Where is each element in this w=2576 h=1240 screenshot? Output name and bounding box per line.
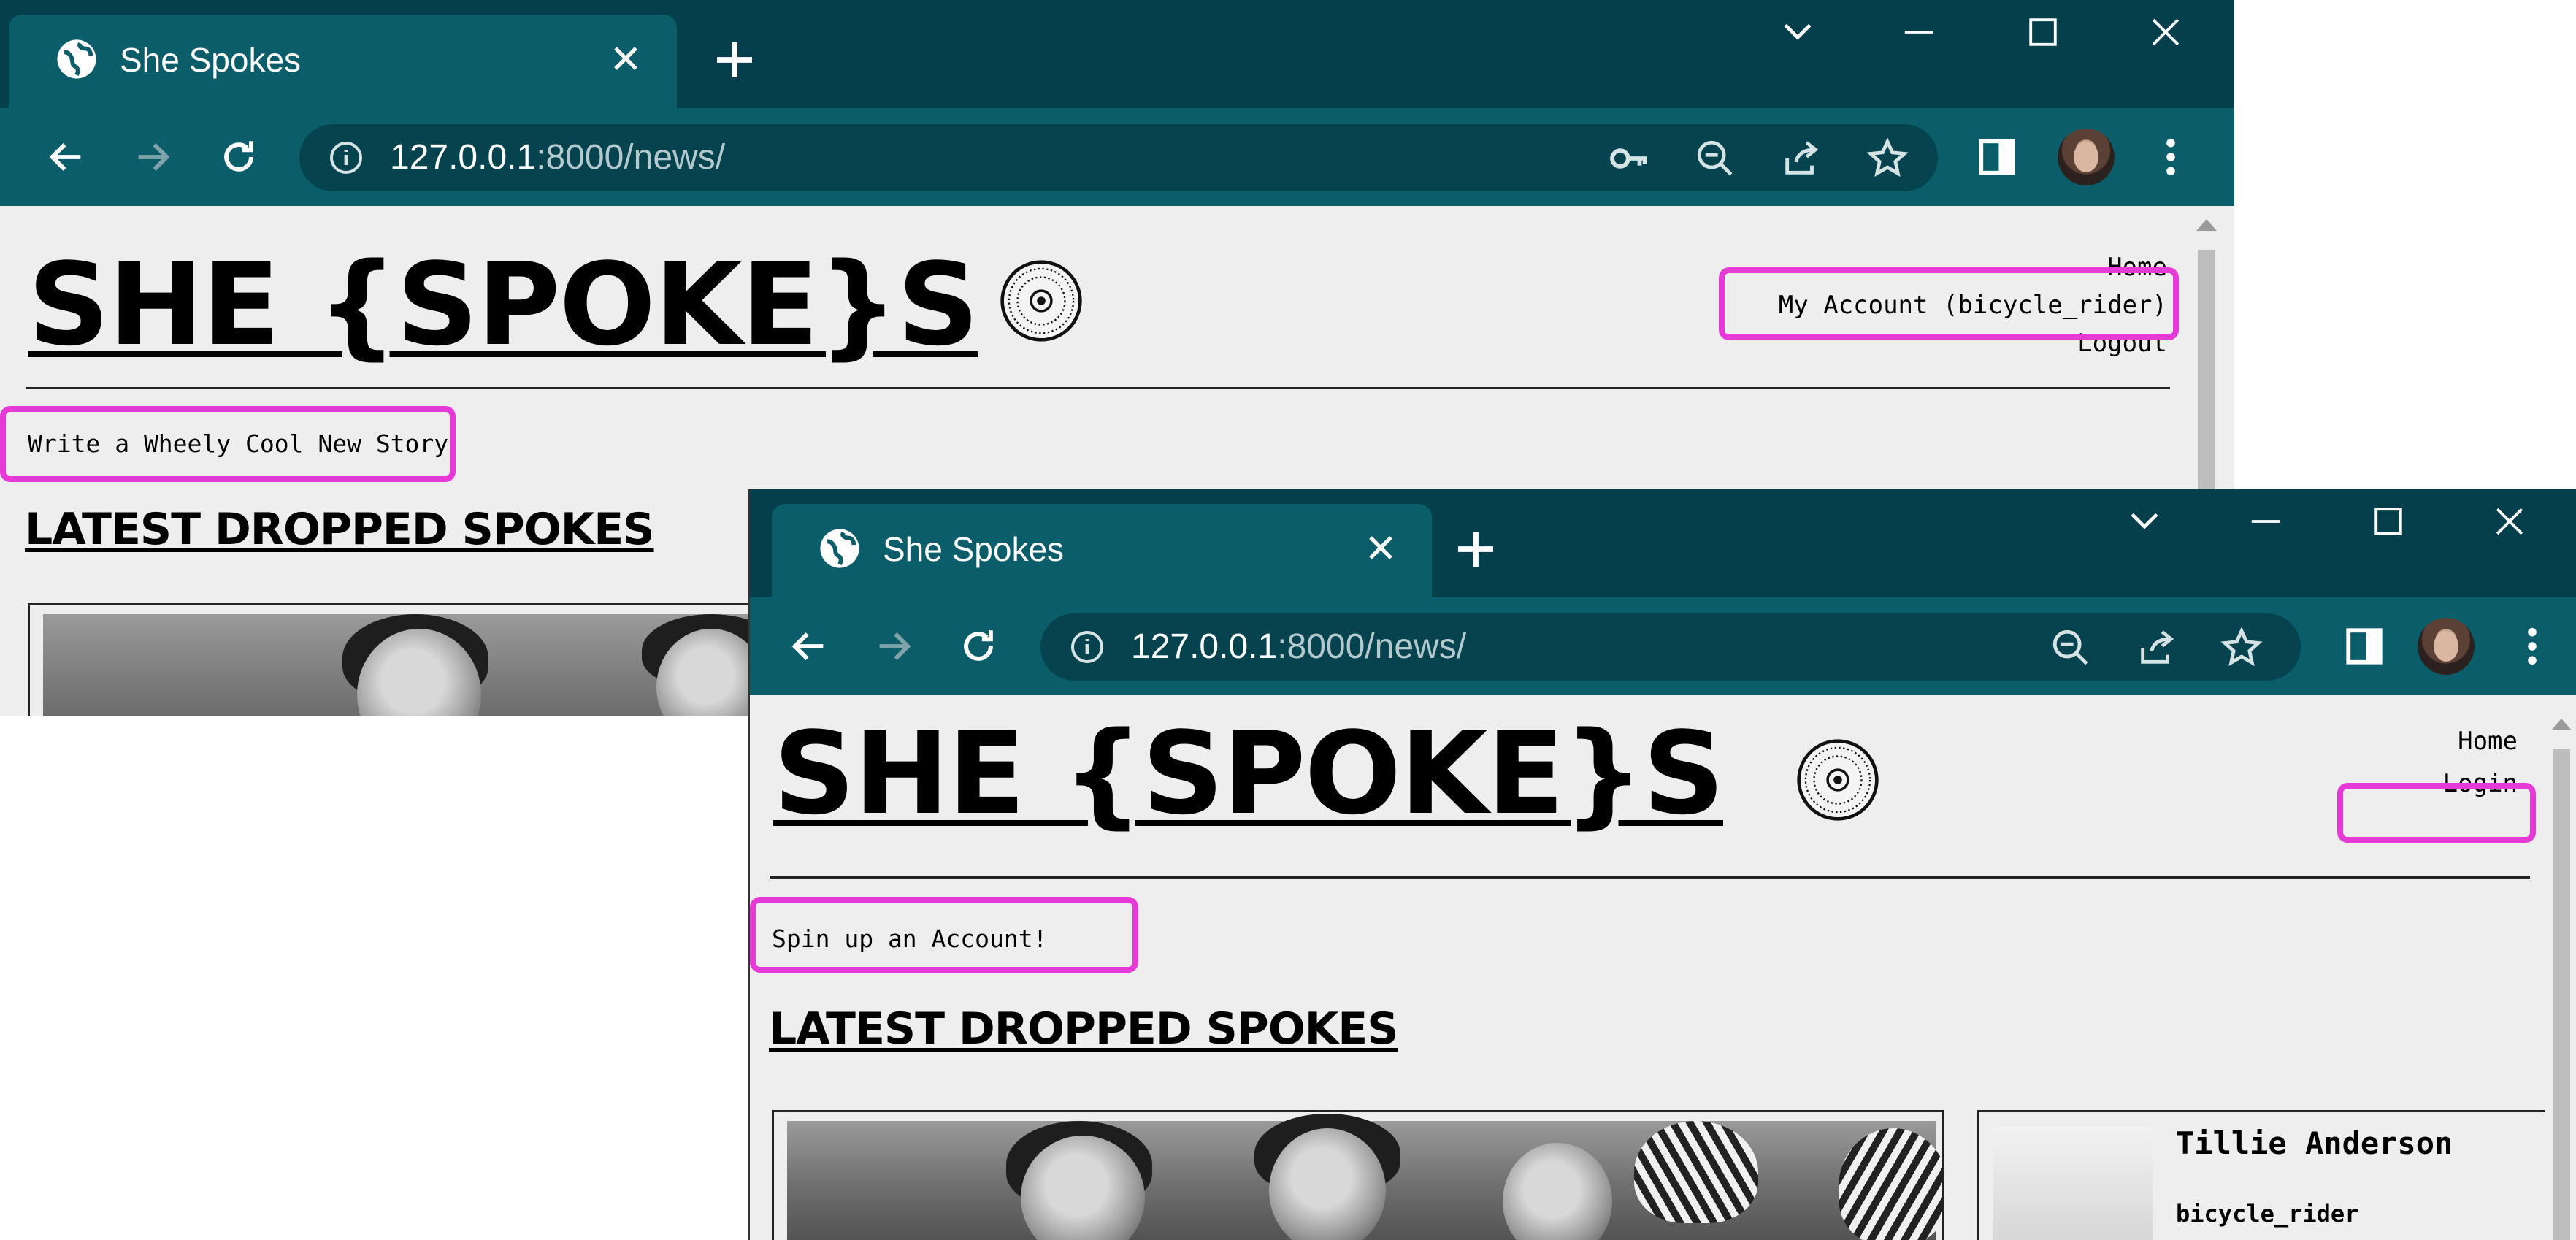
address-bar[interactable]: 127.0.0.1:8000/news/ [1040, 613, 2301, 681]
latest-heading: LATEST DROPPED SPOKES [769, 1003, 1398, 1055]
wheel-logo-icon [1000, 260, 1082, 342]
latest-heading: LATEST DROPPED SPOKES [25, 504, 654, 555]
site-logo[interactable]: SHE {SPOKE}S [28, 242, 979, 367]
browser-tab[interactable]: She Spokes [772, 504, 1432, 597]
address-bar[interactable]: 127.0.0.1:8000/news/ [299, 124, 1938, 191]
url-text[interactable]: 127.0.0.1:8000/news/ [1131, 627, 1466, 667]
nav-home-link[interactable]: Home [2443, 720, 2518, 762]
page-content: SHE {SPOKE}S Home Login Spin up an Accou… [750, 705, 2576, 1240]
highlight-my-account [1719, 267, 2179, 340]
minimize-icon[interactable] [2248, 504, 2283, 539]
kebab-menu-icon[interactable] [2150, 136, 2192, 178]
highlight-spin-up-account [750, 897, 1138, 973]
title-bar: She Spokes [0, 0, 2234, 108]
browser-tab[interactable]: She Spokes [9, 15, 677, 108]
globe-icon [57, 39, 96, 79]
reload-icon[interactable] [218, 136, 260, 178]
tab-title: She Spokes [120, 41, 302, 79]
kebab-menu-icon[interactable] [2511, 625, 2553, 667]
close-icon[interactable] [611, 44, 640, 73]
author-name: Tillie Anderson [2176, 1125, 2453, 1161]
back-arrow-icon[interactable] [45, 136, 88, 178]
browser-toolbar: 127.0.0.1:8000/news/ [750, 597, 2576, 695]
maximize-icon[interactable] [2025, 15, 2061, 50]
browser-window-logged-out: She Spokes 127.0.0.1:8000/news/ SHE {SPO… [748, 489, 2576, 1240]
url-text[interactable]: 127.0.0.1:8000/news/ [390, 137, 725, 178]
window-close-icon[interactable] [2148, 15, 2183, 50]
minimize-icon[interactable] [1901, 15, 1936, 50]
author-card[interactable]: Tillie Anderson bicycle_rider [1977, 1110, 2549, 1240]
highlight-write-story [0, 406, 456, 482]
info-icon[interactable] [1070, 629, 1105, 665]
reload-icon[interactable] [957, 625, 1000, 667]
scrollbar[interactable] [2545, 705, 2576, 1240]
scroll-up-arrow[interactable] [2551, 719, 2572, 730]
info-icon[interactable] [329, 140, 364, 175]
title-bar: She Spokes [750, 489, 2576, 597]
side-panel-icon[interactable] [1976, 136, 2018, 178]
star-icon[interactable] [2220, 627, 2263, 669]
profile-avatar[interactable] [2058, 129, 2115, 185]
zoom-out-icon[interactable] [2050, 627, 2092, 669]
header-divider [770, 876, 2530, 879]
story-photo[interactable] [772, 1110, 1944, 1240]
tab-title: She Spokes [883, 530, 1065, 568]
window-close-icon[interactable] [2492, 504, 2527, 539]
browser-toolbar: 127.0.0.1:8000/news/ [0, 108, 2234, 206]
wheel-logo-icon [1797, 739, 1879, 821]
chevron-down-icon[interactable] [1780, 15, 1815, 50]
chevron-down-icon[interactable] [2127, 504, 2162, 539]
author-username: bicycle_rider [2176, 1200, 2359, 1228]
forward-arrow-icon[interactable] [131, 136, 174, 178]
highlight-login [2337, 783, 2536, 843]
back-arrow-icon[interactable] [788, 625, 830, 667]
side-panel-icon[interactable] [2343, 625, 2385, 667]
header-divider [26, 387, 2170, 389]
forward-arrow-icon[interactable] [873, 625, 915, 667]
profile-avatar[interactable] [2418, 618, 2475, 675]
maximize-icon[interactable] [2371, 504, 2406, 539]
globe-icon [820, 529, 859, 568]
scroll-up-arrow[interactable] [2196, 219, 2217, 231]
background-area [2234, 0, 2576, 489]
scroll-thumb[interactable] [2553, 749, 2570, 1240]
share-icon[interactable] [2136, 627, 2178, 669]
background-area [0, 716, 748, 1240]
plus-icon[interactable] [1454, 527, 1498, 571]
star-icon[interactable] [1866, 137, 1909, 180]
author-photo [1993, 1127, 2153, 1240]
zoom-out-icon[interactable] [1694, 137, 1736, 180]
key-icon[interactable] [1608, 137, 1650, 180]
share-icon[interactable] [1780, 137, 1822, 180]
close-icon[interactable] [1366, 533, 1395, 562]
plus-icon[interactable] [713, 38, 756, 82]
site-logo[interactable]: SHE {SPOKE}S [773, 711, 1725, 835]
